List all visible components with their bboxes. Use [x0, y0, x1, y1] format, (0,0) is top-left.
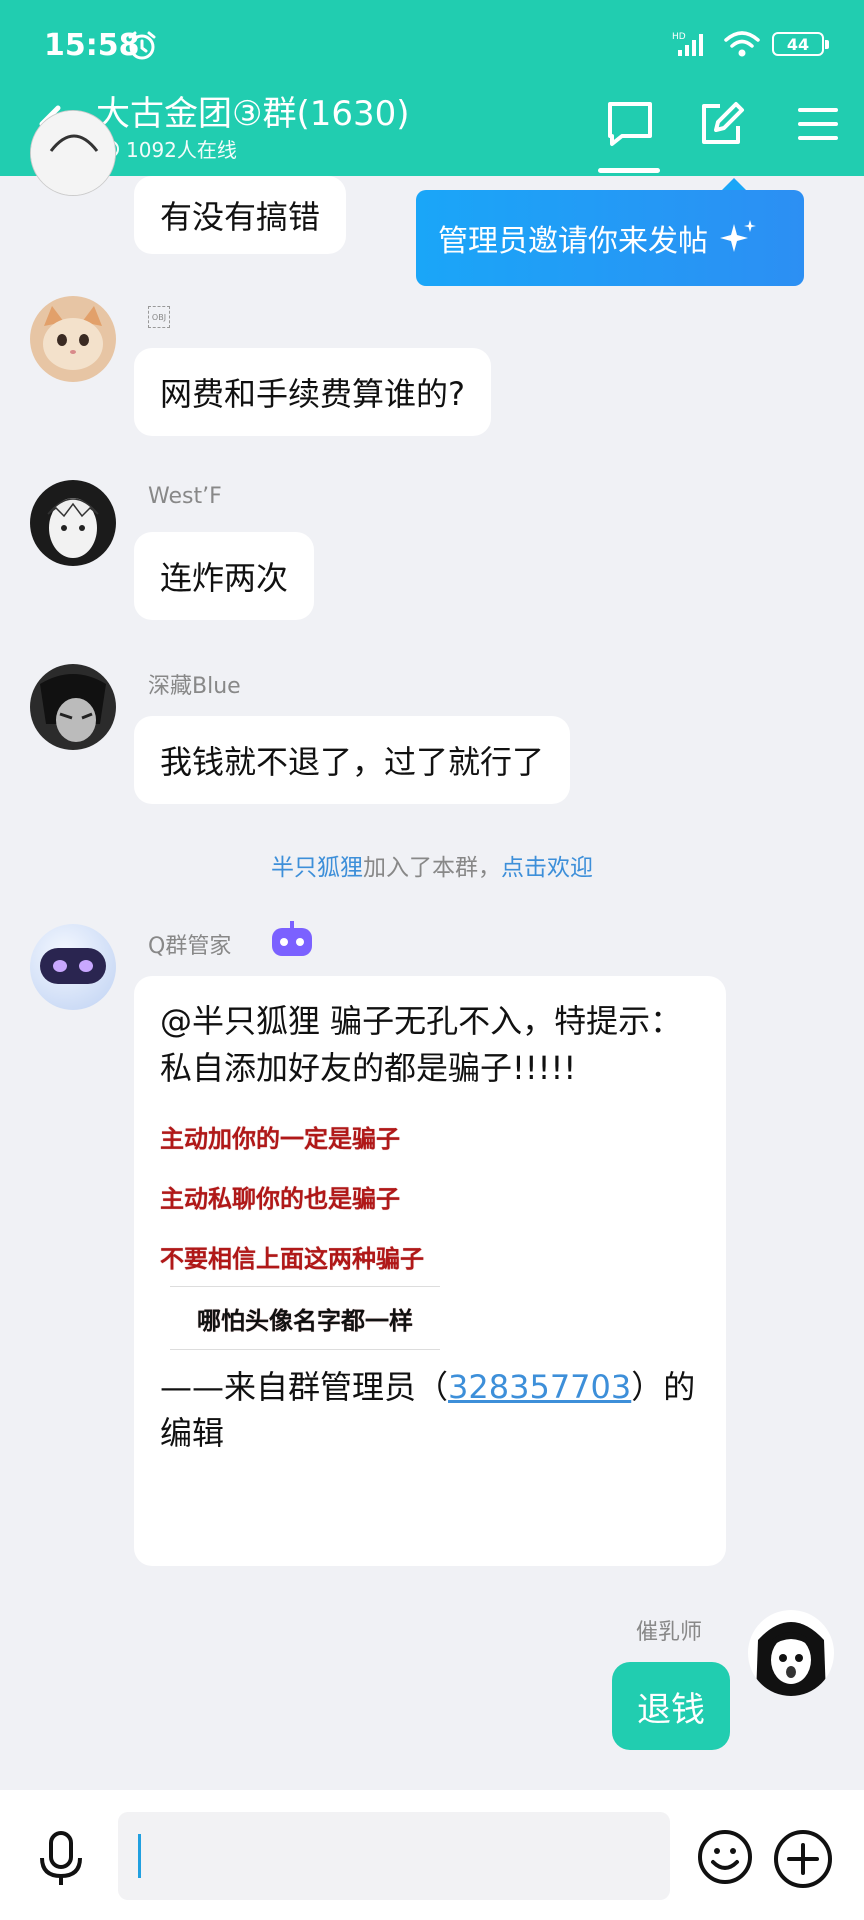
edit-post-icon[interactable]	[696, 98, 748, 150]
avatar[interactable]	[30, 296, 116, 382]
message-input[interactable]	[118, 1812, 670, 1900]
object-placeholder-icon: OBJ	[148, 306, 170, 328]
chat-bubble-icon[interactable]	[604, 98, 656, 150]
online-count: 1092人在线	[126, 138, 237, 162]
sender-name[interactable]: Q群管家	[148, 928, 231, 960]
join-notice-text: 加入了本群，	[363, 855, 501, 881]
robot-avatar-icon	[30, 924, 116, 1010]
bot-badge-icon	[272, 921, 312, 956]
dark-avatar-icon	[30, 664, 116, 750]
status-icons: HD 44	[672, 30, 829, 58]
notice-line: 主动加你的一定是骗子	[160, 1123, 400, 1153]
avatar-sketch-icon	[31, 111, 115, 195]
plus-icon[interactable]	[772, 1828, 834, 1890]
message-text: 连炸两次	[160, 559, 289, 597]
signal-icon: HD	[672, 32, 703, 56]
sender-name[interactable]: West’F	[148, 484, 222, 509]
notice-line: 哪怕头像名字都一样	[170, 1286, 440, 1350]
bot-message-text: @半只狐狸 骗子无孔不入，特提示：私自添加好友的都是骗子!!!!!	[160, 1002, 683, 1087]
footer-prefix: ——来自群管理员（	[160, 1368, 449, 1406]
anime-avatar-icon	[30, 480, 116, 566]
notice-line: 不要相信上面这两种骗子	[160, 1243, 424, 1273]
wifi-icon	[724, 31, 760, 57]
tooltip-text: 管理员邀请你来发帖	[438, 224, 708, 259]
active-tab-indicator	[598, 168, 660, 173]
message-text: 退钱	[637, 1689, 705, 1730]
emoji-icon[interactable]	[696, 1828, 754, 1886]
bot-message-bubble[interactable]: @半只狐狸 骗子无孔不入，特提示：私自添加好友的都是骗子!!!!! 主动加你的一…	[134, 976, 726, 1566]
sender-name[interactable]: 深藏Blue	[148, 668, 241, 700]
message-text: 我钱就不退了，过了就行了	[160, 743, 545, 781]
menu-icon[interactable]	[792, 98, 844, 150]
message-text: 网费和手续费算谁的?	[160, 375, 465, 413]
my-sender-name[interactable]: 催乳师	[636, 1614, 702, 1646]
notice-line: 主动私聊你的也是骗子	[160, 1183, 400, 1213]
group-title[interactable]: 大古金团③群(1630)	[96, 86, 410, 135]
avatar[interactable]	[30, 110, 116, 196]
anime-girl-avatar-icon	[748, 1610, 834, 1696]
sparkle-icon	[720, 220, 756, 252]
status-bar: 15:58 HD 44	[0, 0, 864, 90]
battery-level: 44	[786, 34, 810, 54]
message-bubble[interactable]: 连炸两次	[134, 532, 315, 620]
online-count-row: 1092人在线	[100, 134, 237, 163]
avatar[interactable]	[30, 924, 116, 1010]
my-avatar[interactable]	[748, 1610, 834, 1696]
message-bubble[interactable]: 有没有搞错	[134, 176, 347, 254]
avatar[interactable]	[30, 480, 116, 566]
microphone-icon[interactable]	[36, 1830, 86, 1888]
admin-qq-link[interactable]: 328357703	[448, 1368, 631, 1406]
avatar[interactable]	[30, 664, 116, 750]
cat-avatar-icon	[30, 296, 116, 382]
message-bubble[interactable]: 网费和手续费算谁的?	[134, 348, 491, 436]
welcome-link[interactable]: 点击欢迎	[501, 855, 593, 881]
alarm-icon	[128, 31, 156, 60]
admin-invite-tooltip[interactable]: 管理员邀请你来发帖	[416, 178, 804, 286]
svg-text:HD: HD	[672, 32, 686, 42]
message-text: 有没有搞错	[160, 198, 321, 236]
message-bubble[interactable]: 我钱就不退了，过了就行了	[134, 716, 571, 804]
text-caret	[138, 1834, 141, 1878]
anti-fraud-notice-image: 主动加你的一定是骗子 主动私聊你的也是骗子 不要相信上面这两种骗子 哪怕头像名字…	[160, 1106, 450, 1350]
battery-indicator: 44	[772, 32, 829, 56]
join-notice: 半只狐狸加入了本群，点击欢迎	[0, 848, 864, 882]
new-member-name[interactable]: 半只狐狸	[271, 855, 363, 881]
chat-header: 15:58 HD 44 大古金团③群(1630) 1092人在线	[0, 0, 864, 176]
my-message-bubble[interactable]: 退钱	[612, 1662, 730, 1750]
input-bar	[0, 1790, 864, 1920]
bot-message-footer: ——来自群管理员（328357703）的编辑	[160, 1364, 700, 1456]
